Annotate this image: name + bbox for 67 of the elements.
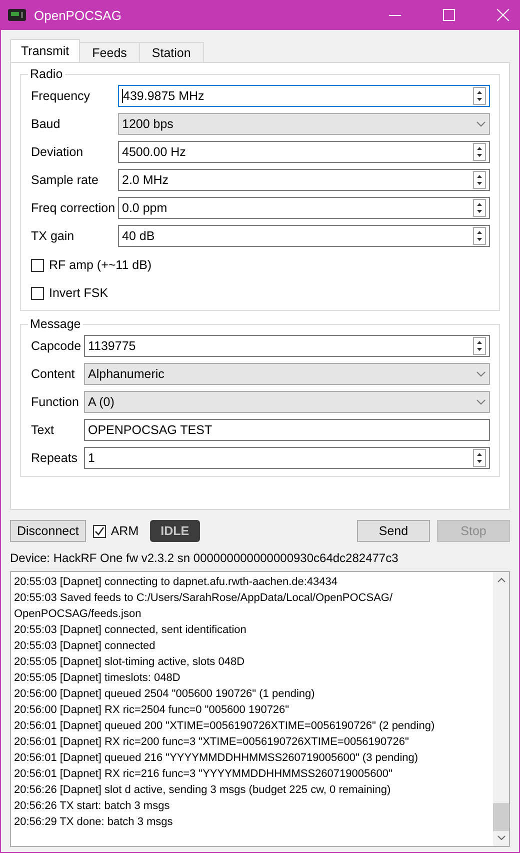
- spin-box[interactable]: 1139775: [84, 335, 490, 357]
- scroll-up-icon[interactable]: [496, 577, 506, 583]
- scrollbar[interactable]: [493, 572, 509, 846]
- scroll-thumb[interactable]: [493, 803, 509, 831]
- spinner-icon[interactable]: [473, 87, 486, 105]
- field-label: Frequency: [31, 89, 92, 103]
- spinner-icon[interactable]: [473, 449, 486, 467]
- disconnect-button[interactable]: Disconnect: [10, 520, 86, 542]
- field-label: Sample rate: [31, 173, 100, 187]
- checkbox[interactable]: RF amp (+~11 dB): [31, 258, 152, 272]
- field-label: Text: [31, 423, 55, 437]
- field-label: Function: [31, 395, 80, 409]
- spin-box[interactable]: 40 dB: [118, 225, 490, 247]
- field-label: Repeats: [31, 451, 79, 465]
- status-badge: IDLE: [150, 520, 200, 542]
- tab[interactable]: Transmit: [10, 39, 80, 62]
- checkbox[interactable]: Invert FSK: [31, 286, 108, 300]
- field-label: Content: [31, 367, 76, 381]
- log-line: 20:55:05 [Dapnet] slot-timing active, slots 048D: [14, 655, 246, 670]
- spinner-icon[interactable]: [473, 227, 486, 245]
- spinner-icon[interactable]: [473, 337, 486, 355]
- group-title: Radio: [29, 67, 64, 81]
- log-line: 20:56:01 [Dapnet] queued 216 "YYYYMMDDHHMMSS260719005600" (3 pending): [14, 751, 420, 766]
- send-button[interactable]: Send: [357, 520, 430, 542]
- spin-box[interactable]: 1: [84, 447, 490, 469]
- checkbox[interactable]: ARM: [92, 524, 139, 538]
- log-line: 20:56:26 TX start: batch 3 msgs: [14, 799, 171, 814]
- text-field[interactable]: OPENPOCSAG TEST: [84, 419, 490, 441]
- chevron-icon: [476, 371, 486, 377]
- log-line: 20:56:26 [Dapnet] slot d active, sending 3 msgs (budget 225 cw, 0 remaining): [14, 783, 392, 798]
- log-line: 20:55:05 [Dapnet] timeslots: 048D: [14, 671, 182, 686]
- group-title: Message: [29, 317, 82, 331]
- dropdown[interactable]: A (0): [84, 391, 490, 413]
- window-title: OpenPOCSAG: [34, 8, 122, 22]
- spinner-icon[interactable]: [473, 171, 486, 189]
- log-line: 20:55:03 [Dapnet] connected, sent identification: [14, 623, 248, 638]
- spin-box[interactable]: 0.0 ppm: [118, 197, 490, 219]
- dropdown[interactable]: 1200 bps: [118, 113, 490, 135]
- log-line: 20:56:00 [Dapnet] queued 2504 "005600 190726" (1 pending): [14, 687, 316, 702]
- log-line: 20:56:01 [Dapnet] queued 200 "XTIME=0056190726XTIME=0056190726" (2 pending): [14, 719, 436, 734]
- log-line: 20:55:03 [Dapnet] connecting to dapnet.afu.rwth-aachen.de:43434: [14, 575, 339, 590]
- field-label: TX gain: [31, 229, 76, 243]
- field-label: Capcode: [31, 339, 82, 353]
- close-icon[interactable]: [497, 9, 509, 21]
- chevron-icon: [476, 121, 486, 127]
- app-icon: [8, 9, 26, 21]
- field-label: Freq correction: [31, 201, 116, 215]
- spin-box[interactable]: 2.0 MHz: [118, 169, 490, 191]
- scroll-down-icon[interactable]: [496, 835, 506, 841]
- log-line: 20:56:29 TX done: batch 3 msgs: [14, 815, 174, 830]
- field-label: Deviation: [31, 145, 84, 159]
- chevron-icon: [476, 399, 486, 405]
- spinner-icon[interactable]: [473, 143, 486, 161]
- log-line: 20:56:01 [Dapnet] RX ric=216 func=3 "YYYYMMDDHHMMSS260719005600": [14, 767, 394, 782]
- dropdown[interactable]: Alphanumeric: [84, 363, 490, 385]
- field-label: Baud: [31, 117, 62, 131]
- device-info: Device: HackRF One fw v2.3.2 sn 000000000000000930c64dc282477c3: [10, 551, 400, 565]
- tab[interactable]: Station: [138, 42, 204, 62]
- log-line: 20:55:03 [Dapnet] connected: [14, 639, 156, 654]
- log-line: 20:55:03 Saved feeds to C:/Users/SarahRose/AppData/Local/OpenPOCSAG/OpenPOCSAG/feeds.json: [14, 591, 394, 622]
- maximize-icon[interactable]: [443, 9, 455, 21]
- spin-box[interactable]: 439.9875 MHz: [118, 85, 490, 107]
- spin-box[interactable]: 4500.00 Hz: [118, 141, 490, 163]
- check-icon: [94, 526, 105, 536]
- log-line: 20:56:01 [Dapnet] RX ric=200 func=3 "XTIME=0056190726XTIME=0056190726": [14, 735, 410, 750]
- spinner-icon[interactable]: [473, 199, 486, 217]
- log-line: 20:56:00 [Dapnet] RX ric=2504 func=0 "005600 190726": [14, 703, 290, 718]
